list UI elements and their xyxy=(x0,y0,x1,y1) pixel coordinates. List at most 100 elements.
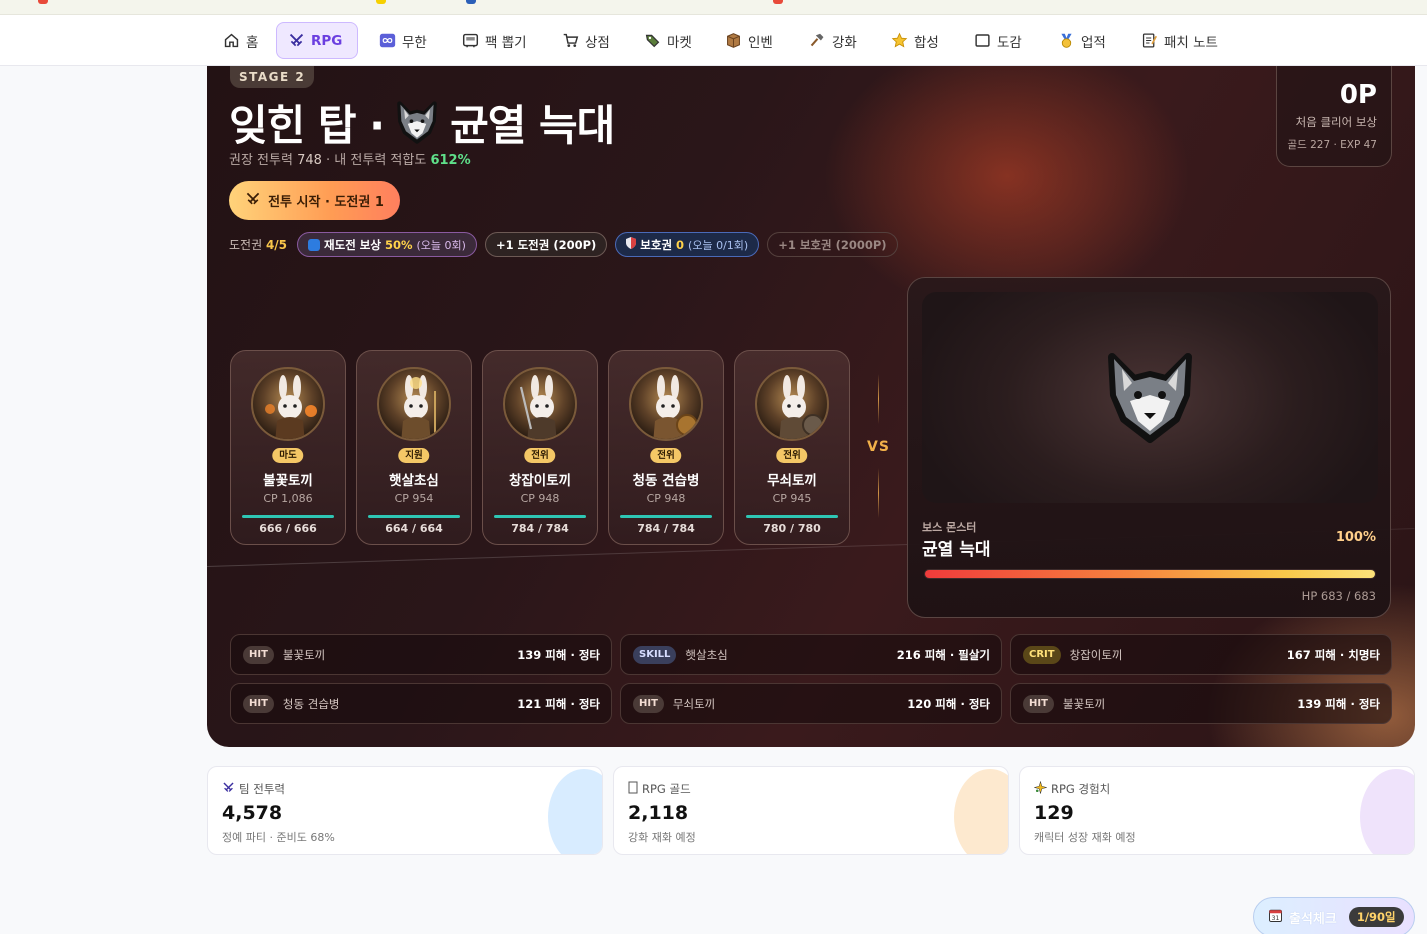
battle-log-entry: SKILL 햇살초심 216 피해 · 필살기 xyxy=(620,634,1002,675)
nav-item-infinite[interactable]: 무한 xyxy=(368,22,437,59)
infinity-icon xyxy=(378,32,396,50)
nav-label: 상점 xyxy=(585,34,610,51)
vs-label: VS xyxy=(867,439,890,455)
battle-log-entry: HIT 불꽃토끼 139 피해 · 정타 xyxy=(1010,683,1392,724)
battle-log-entry: CRIT 창잡이토끼 167 피해 · 치명타 xyxy=(1010,634,1392,675)
battle-log-entry: HIT 불꽃토끼 139 피해 · 정타 xyxy=(230,634,612,675)
crossed-swords-icon xyxy=(245,191,261,211)
book-icon xyxy=(973,32,991,50)
retry-label: 재도전 보상 xyxy=(324,237,381,252)
shield-icon xyxy=(626,237,637,252)
nav-item-collection[interactable]: 도감 xyxy=(963,22,1032,59)
unit-hp: 784 / 784 xyxy=(637,522,695,535)
vs-divider xyxy=(878,374,879,424)
guard-chip: 보호권 0 (오늘 0/1회) xyxy=(615,232,760,257)
log-kind-badge: SKILL xyxy=(633,645,677,664)
role-badge: 마도 xyxy=(272,448,304,463)
nav-item-rpg[interactable]: RPG xyxy=(276,22,358,59)
log-kind-badge: HIT xyxy=(633,694,664,713)
log-damage: 120 피해 · 정타 xyxy=(907,696,990,711)
nav-label: 팩 뽑기 xyxy=(485,34,527,51)
unit-cp: CP 945 xyxy=(772,492,812,505)
cart-icon xyxy=(561,32,579,50)
log-kind-badge: HIT xyxy=(243,694,274,713)
nav-item-pack-draw[interactable]: 팩 뽑기 xyxy=(451,22,537,59)
retry-value: 50% xyxy=(384,237,413,252)
nav-label: 합성 xyxy=(914,34,939,51)
nav-item-shop[interactable]: 상점 xyxy=(551,22,620,59)
browser-strip xyxy=(0,0,1427,15)
fitness-value: 612% xyxy=(430,153,471,168)
tickets-count: 4/5 xyxy=(265,238,288,252)
battle-log-entry: HIT 무쇠토끼 120 피해 · 정타 xyxy=(620,683,1002,724)
unit-hp: 780 / 780 xyxy=(763,522,821,535)
stat-card-gold: RPG 골드 2,118 강화 재화 예정 xyxy=(613,766,1009,855)
crossed-swords-icon xyxy=(287,32,305,50)
nav-item-patch-notes[interactable]: 패치 노트 xyxy=(1130,22,1228,59)
hammer-icon xyxy=(808,32,826,50)
log-kind-badge: HIT xyxy=(243,645,274,664)
nav-item-home[interactable]: 홈 xyxy=(212,22,268,59)
attendance-count: 1/90일 xyxy=(1348,907,1404,927)
market-icon xyxy=(643,32,661,50)
unit-hp-bar xyxy=(368,515,460,518)
log-actor: 무쇠토끼 xyxy=(672,696,716,711)
boss-panel[interactable]: 보스 몬스터 균열 늑대 100% HP 683 / 683 xyxy=(907,277,1391,618)
role-badge: 지원 xyxy=(398,448,430,463)
ticket-row: 도전권 4/5 재도전 보상 50% (오늘 0회) +1 도전권 (200P)… xyxy=(229,232,898,257)
nav-item-inventory[interactable]: 인벤 xyxy=(714,22,783,59)
nav-item-market[interactable]: 마켓 xyxy=(633,22,702,59)
log-kind-badge: HIT xyxy=(1023,694,1054,713)
stat-value: 4,578 xyxy=(222,802,283,824)
start-battle-button[interactable]: 전투 시작 · 도전권 1 xyxy=(229,181,400,220)
log-damage: 167 피해 · 치명타 xyxy=(1286,647,1380,662)
unit-hp: 784 / 784 xyxy=(511,522,569,535)
attendance-button[interactable]: 31 출석체크 1/90일 xyxy=(1253,897,1415,934)
log-damage: 139 피해 · 정타 xyxy=(517,647,600,662)
recommended-cp: 748 xyxy=(297,153,322,168)
rabbit-iron-portrait xyxy=(755,367,829,441)
nav-item-synthesis[interactable]: 합성 xyxy=(880,22,949,59)
stat-card-team-cp: 팀 전투력 4,578 정예 파티 · 준비도 68% xyxy=(207,766,603,855)
stage-title: 잊힌 탑 · 균열 늑대 xyxy=(229,92,615,153)
stage-title-prefix: 잊힌 탑 · xyxy=(229,101,385,150)
party-card[interactable]: 전위 무쇠토끼 CP 945 780 / 780 xyxy=(734,350,850,545)
first-clear-reward: 0P 처음 클리어 보상 골드 227 · EXP 47 xyxy=(1276,66,1392,167)
wolf-icon xyxy=(1108,353,1192,443)
reward-label: 처음 클리어 보상 xyxy=(1295,115,1377,129)
log-actor: 햇살초심 xyxy=(685,647,728,662)
unit-name: 창잡이토끼 xyxy=(508,473,572,489)
boss-hp: HP 683 / 683 xyxy=(1301,589,1376,603)
unit-name: 불꽃토끼 xyxy=(263,473,313,489)
guard-today: (오늘 0/1회) xyxy=(688,238,749,252)
nav-label: 도감 xyxy=(997,34,1022,51)
pack-icon xyxy=(461,32,479,50)
nav-item-achievements[interactable]: 업적 xyxy=(1047,22,1116,59)
log-damage: 121 피해 · 정타 xyxy=(517,696,600,711)
unit-name: 무쇠토끼 xyxy=(767,473,817,489)
reward-detail: 골드 227 · EXP 47 xyxy=(1287,139,1377,151)
stat-sub: 캐릭터 성장 재화 예정 xyxy=(1034,831,1136,844)
home-icon xyxy=(222,32,240,50)
party-card[interactable]: 마도 불꽃토끼 CP 1,086 666 / 666 xyxy=(230,350,346,545)
log-actor: 청동 견습병 xyxy=(282,696,340,711)
buy-ticket-button[interactable]: +1 도전권 (200P) xyxy=(484,232,608,257)
stat-deco xyxy=(1360,769,1414,854)
retry-icon xyxy=(308,238,321,251)
nav-label: 패치 노트 xyxy=(1164,34,1218,51)
memo-icon xyxy=(1140,32,1158,50)
medal-icon xyxy=(1057,32,1075,50)
buy-guard-button[interactable]: +1 보호권 (2000P) xyxy=(767,232,898,257)
unit-hp-bar xyxy=(242,515,334,518)
unit-hp: 666 / 666 xyxy=(259,522,317,535)
nav-item-enhance[interactable]: 강화 xyxy=(798,22,867,59)
party-card[interactable]: 전위 창잡이토끼 CP 948 784 / 784 xyxy=(482,350,598,545)
unit-cp: CP 1,086 xyxy=(263,492,313,505)
unit-cp: CP 948 xyxy=(646,492,686,505)
start-battle-label: 전투 시작 · 도전권 1 xyxy=(268,195,384,210)
party-card[interactable]: 전위 청동 견습병 CP 948 784 / 784 xyxy=(608,350,724,545)
stage-subtitle: 권장 전투력 748 · 내 전투력 적합도 612% xyxy=(229,149,471,168)
stat-sub: 강화 재화 예정 xyxy=(628,831,696,844)
party-card[interactable]: 지원 햇살초심 CP 954 664 / 664 xyxy=(356,350,472,545)
log-actor: 불꽃토끼 xyxy=(1062,696,1106,711)
